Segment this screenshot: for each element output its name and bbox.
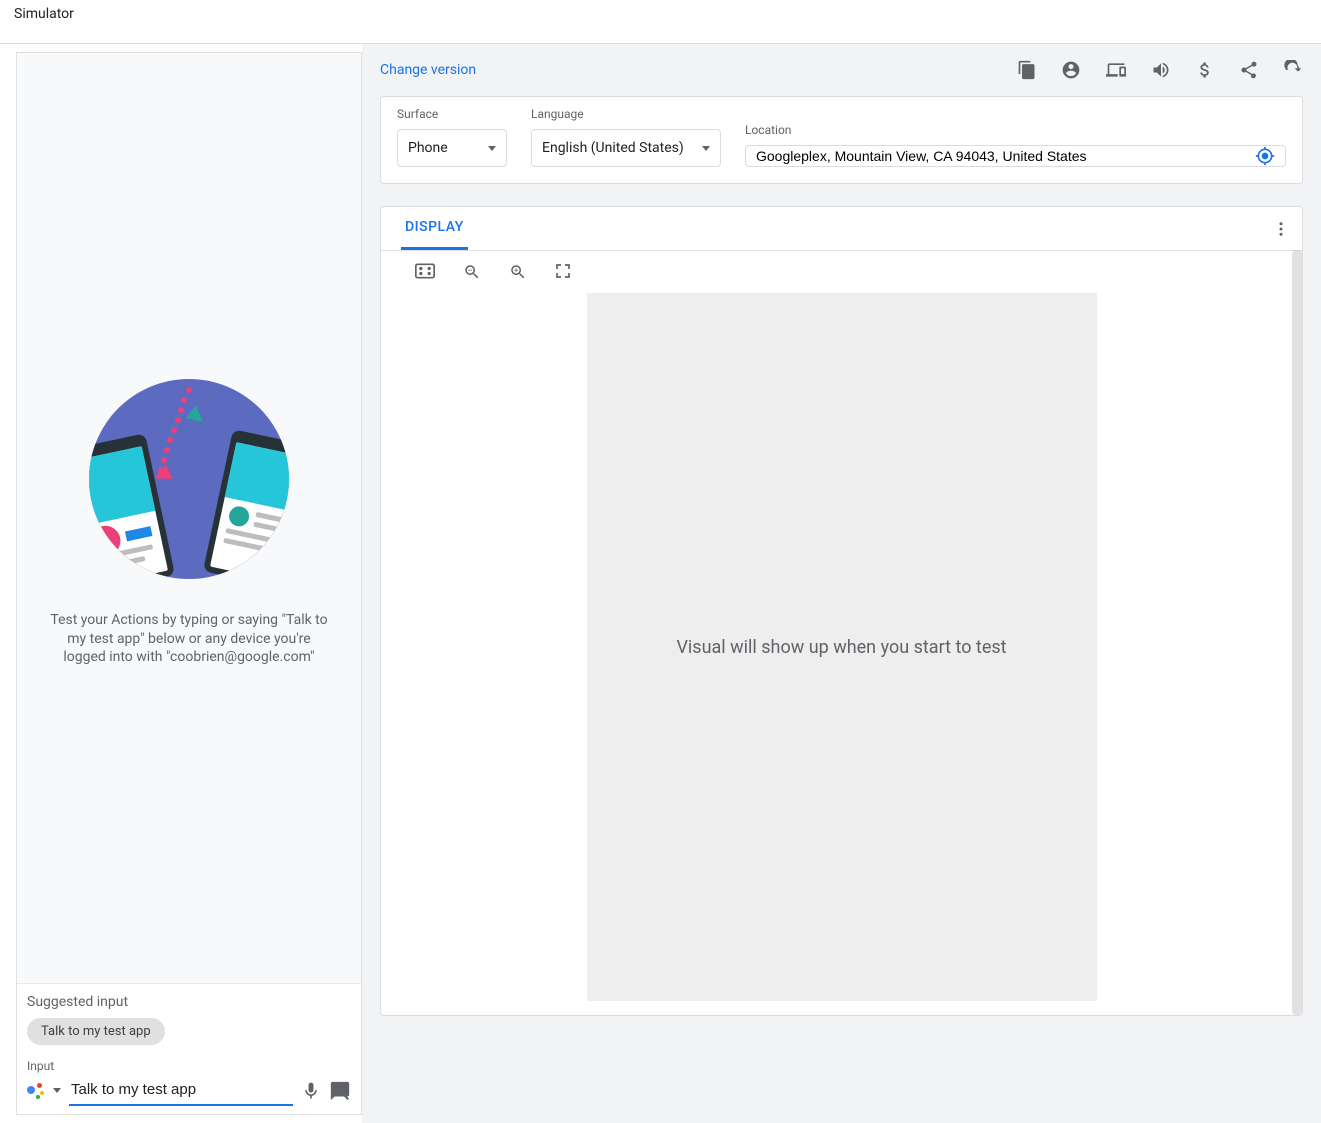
display-card: DISPLAY Visual will show up when you sta… bbox=[380, 206, 1303, 1016]
suggestion-chip[interactable]: Talk to my test app bbox=[27, 1018, 165, 1045]
main-layout: Test your Actions by typing or saying "T… bbox=[0, 44, 1321, 1123]
intro-text: Test your Actions by typing or saying "T… bbox=[49, 611, 329, 668]
test-settings-card: Surface Phone Language English (United S… bbox=[380, 96, 1303, 184]
account-icon[interactable] bbox=[1061, 60, 1081, 80]
language-select[interactable]: English (United States) bbox=[531, 129, 721, 167]
surface-select[interactable]: Phone bbox=[397, 129, 507, 167]
microphone-icon[interactable] bbox=[301, 1081, 321, 1101]
refresh-icon[interactable] bbox=[1283, 60, 1303, 80]
input-mode-dropdown-icon[interactable] bbox=[53, 1088, 61, 1093]
zoom-out-icon[interactable] bbox=[463, 263, 481, 281]
copy-icon[interactable] bbox=[1017, 60, 1037, 80]
input-label: Input bbox=[27, 1059, 351, 1073]
visual-placeholder: Visual will show up when you start to te… bbox=[587, 293, 1097, 1001]
toolbar bbox=[1017, 60, 1303, 80]
language-label: Language bbox=[531, 107, 721, 121]
right-panel: Change version Surface Phone Languag bbox=[362, 44, 1321, 1123]
location-input-box[interactable] bbox=[745, 145, 1286, 167]
more-options-icon[interactable] bbox=[1272, 220, 1290, 238]
query-input[interactable] bbox=[69, 1075, 293, 1106]
intro-area: Test your Actions by typing or saying "T… bbox=[17, 53, 361, 983]
location-input[interactable] bbox=[756, 148, 1255, 164]
zoom-in-icon[interactable] bbox=[509, 263, 527, 281]
display-tabs: DISPLAY bbox=[381, 207, 1302, 251]
display-toolbar bbox=[381, 251, 1302, 293]
suggested-input-label: Suggested input bbox=[27, 994, 351, 1010]
scrollbar[interactable] bbox=[1292, 250, 1302, 1015]
input-footer: Suggested input Talk to my test app Inpu… bbox=[17, 983, 361, 1114]
fullscreen-icon[interactable] bbox=[555, 263, 571, 281]
language-value: English (United States) bbox=[542, 140, 684, 156]
phones-illustration bbox=[89, 369, 289, 589]
location-label: Location bbox=[745, 123, 1286, 137]
voice-off-icon[interactable] bbox=[329, 1080, 351, 1102]
right-topbar: Change version bbox=[380, 44, 1303, 96]
monetization-icon[interactable] bbox=[1195, 60, 1215, 80]
placeholder-text: Visual will show up when you start to te… bbox=[676, 637, 1006, 658]
app-header: Simulator bbox=[0, 0, 1321, 44]
volume-icon[interactable] bbox=[1151, 60, 1171, 80]
display-body: Visual will show up when you start to te… bbox=[381, 293, 1302, 1015]
tab-display[interactable]: DISPLAY bbox=[401, 207, 468, 250]
surface-value: Phone bbox=[408, 140, 448, 156]
share-icon[interactable] bbox=[1239, 60, 1259, 80]
fit-screen-icon[interactable] bbox=[415, 263, 435, 281]
conversation-panel: Test your Actions by typing or saying "T… bbox=[16, 52, 362, 1115]
devices-icon[interactable] bbox=[1105, 60, 1127, 80]
page-title: Simulator bbox=[14, 6, 74, 22]
chevron-down-icon bbox=[488, 146, 496, 151]
chevron-down-icon bbox=[702, 146, 710, 151]
assistant-icon[interactable] bbox=[27, 1082, 45, 1100]
surface-label: Surface bbox=[397, 107, 507, 121]
change-version-link[interactable]: Change version bbox=[380, 62, 476, 78]
location-target-icon[interactable] bbox=[1255, 146, 1275, 166]
